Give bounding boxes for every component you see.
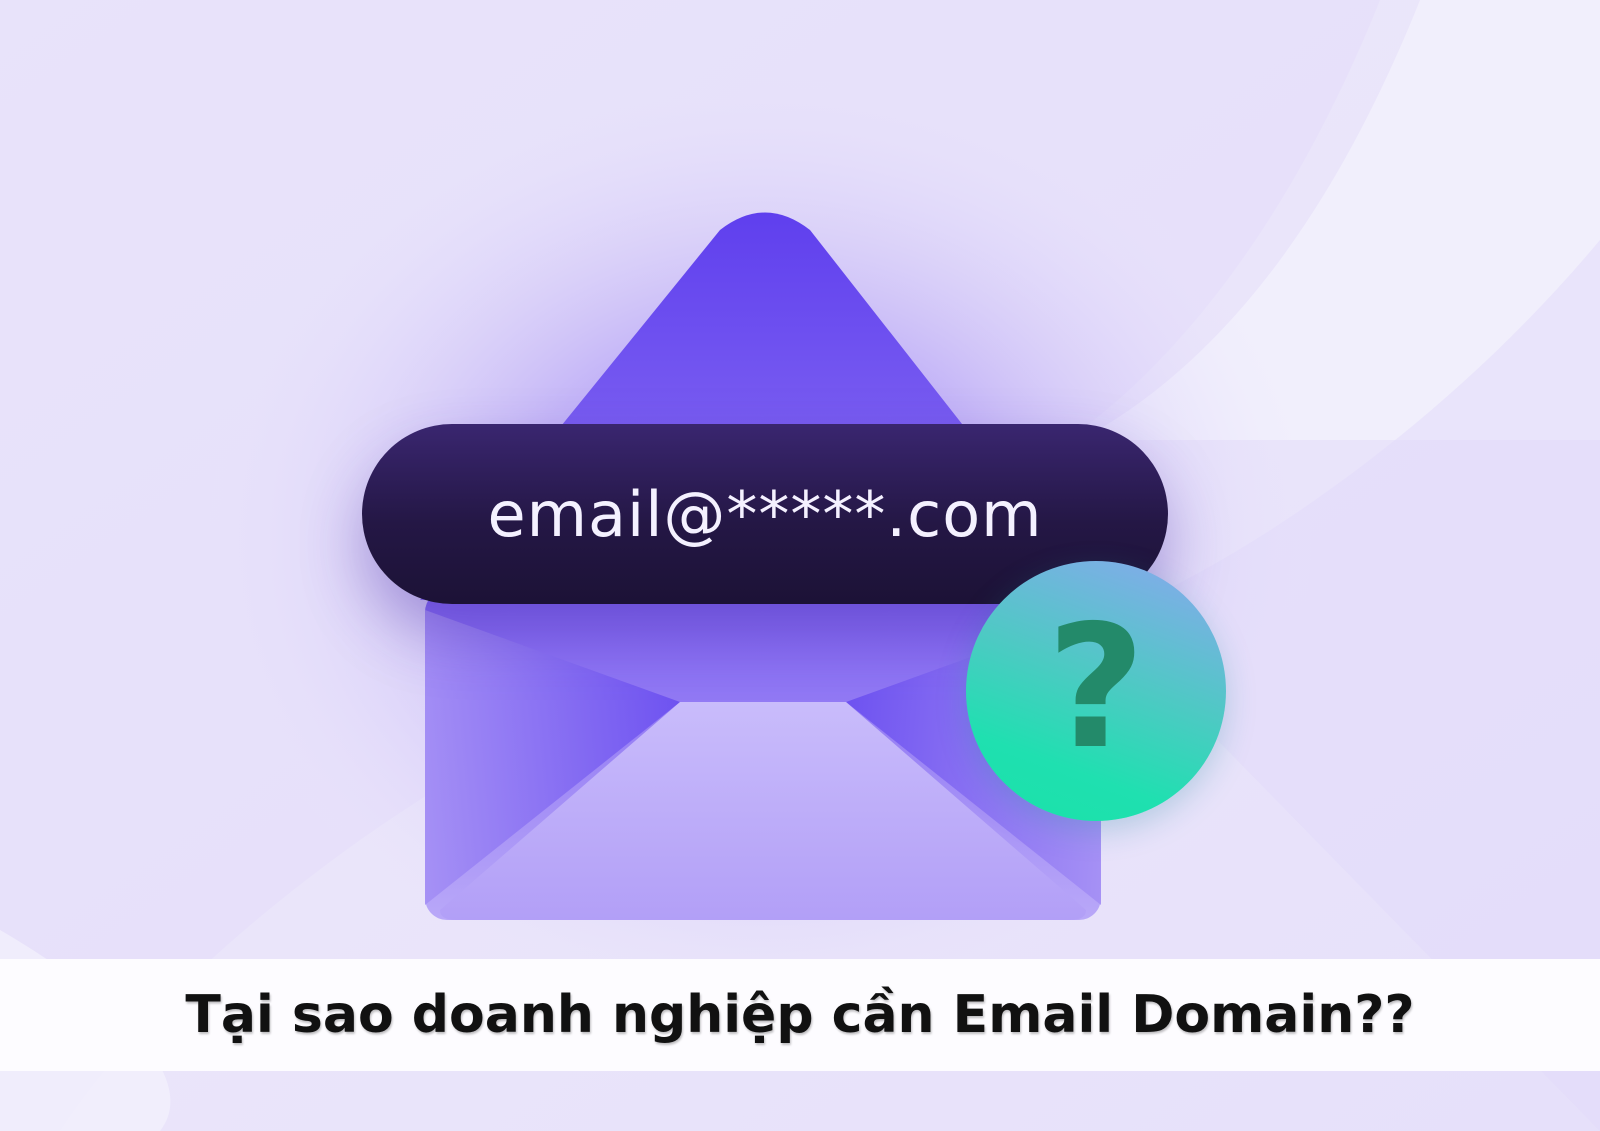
hero-banner: email@*****.com ? Tại sao doanh nghiệp c… — [0, 0, 1600, 1131]
question-mark-icon: ? — [966, 561, 1226, 821]
caption-title: Tại sao doanh nghiệp cần Email Domain?? — [185, 985, 1415, 1045]
email-address-text: email@*****.com — [487, 477, 1043, 551]
question-mark-glyph: ? — [1046, 589, 1146, 787]
caption-bar: Tại sao doanh nghiệp cần Email Domain?? — [0, 959, 1600, 1071]
